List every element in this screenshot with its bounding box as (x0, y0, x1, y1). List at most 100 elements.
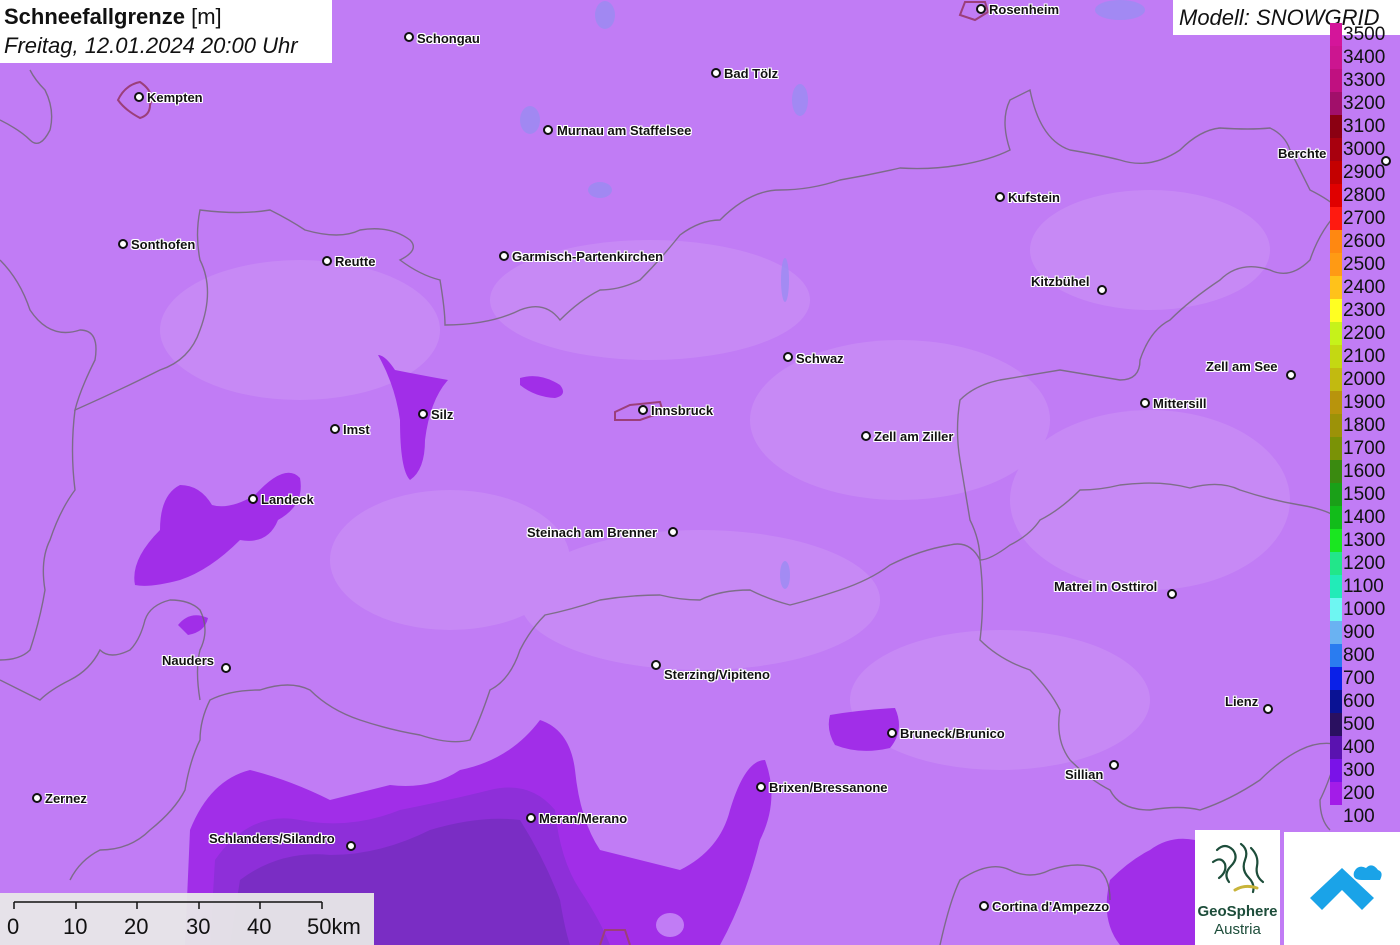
city-label-sterzing: Sterzing/Vipiteno (664, 667, 770, 682)
legend-entry: 2700 (1328, 207, 1400, 230)
snowgrid-logo[interactable] (1284, 832, 1400, 945)
legend-entry: 900 (1328, 621, 1400, 644)
city-label-landeck: Landeck (261, 492, 314, 507)
legend-entry: 2500 (1328, 253, 1400, 276)
legend-swatch (1330, 667, 1342, 690)
city-marker (32, 793, 42, 803)
legend-swatch (1330, 506, 1342, 529)
map-subtitle: Freitag, 12.01.2024 20:00 Uhr (4, 33, 298, 58)
legend-swatch (1330, 529, 1342, 552)
legend-swatch (1330, 161, 1342, 184)
legend-swatch (1330, 414, 1342, 437)
city-marker (526, 813, 536, 823)
legend-label: 900 (1343, 622, 1375, 643)
legend-entry: 300 (1328, 759, 1400, 782)
legend-label: 1000 (1343, 599, 1386, 620)
city-label-nauders: Nauders (162, 653, 215, 668)
city-label-kempten: Kempten (147, 90, 203, 105)
legend-swatch (1330, 322, 1342, 345)
city-label-zernez: Zernez (45, 791, 87, 806)
legend-entry: 2400 (1328, 276, 1400, 299)
map-canvas[interactable] (0, 0, 1400, 945)
city-label-reutte: Reutte (335, 254, 376, 269)
legend-entry: 600 (1328, 690, 1400, 713)
legend-swatch (1330, 805, 1342, 828)
legend-entry: 1300 (1328, 529, 1400, 552)
legend-entry: 2100 (1328, 345, 1400, 368)
legend-label: 100 (1343, 806, 1375, 827)
legend-label: 700 (1343, 668, 1375, 689)
city-marker (346, 841, 356, 851)
city-marker (976, 4, 986, 14)
legend-label: 2400 (1343, 277, 1386, 298)
city-marker (330, 424, 340, 434)
legend-swatch (1330, 483, 1342, 506)
legend-label: 1400 (1343, 507, 1386, 528)
legend-swatch (1330, 644, 1342, 667)
legend-entry: 800 (1328, 644, 1400, 667)
city-label-brixen: Brixen/Bressanone (769, 780, 888, 795)
legend-swatch (1330, 782, 1342, 805)
legend-entry: 3500 (1328, 23, 1400, 46)
geosphere-logo[interactable]: GeoSphere Austria (1195, 830, 1280, 945)
city-label-cortina: Cortina d'Ampezzo (992, 899, 1110, 914)
city-marker (499, 251, 509, 261)
legend-label: 1700 (1343, 438, 1386, 459)
legend-label: 1100 (1343, 576, 1384, 597)
legend-swatch (1330, 69, 1342, 92)
legend-swatch (1330, 207, 1342, 230)
map-title: Schneefallgrenze [m] (4, 4, 222, 30)
legend-entry: 3300 (1328, 69, 1400, 92)
legend-entry: 1000 (1328, 598, 1400, 621)
legend-swatch (1330, 115, 1342, 138)
scale-label: 50km (307, 914, 361, 939)
city-marker (651, 660, 661, 670)
legend-entry: 3400 (1328, 46, 1400, 69)
city-marker (134, 92, 144, 102)
legend-label: 1800 (1343, 415, 1386, 436)
legend-entry: 1800 (1328, 414, 1400, 437)
city-marker (248, 494, 258, 504)
legend-label: 2100 (1343, 346, 1386, 367)
legend-entry: 2600 (1328, 230, 1400, 253)
legend-entry: 2900 (1328, 161, 1400, 184)
city-label-mittersill: Mittersill (1153, 396, 1207, 411)
legend-swatch (1330, 368, 1342, 391)
house-cloud-icon (1310, 865, 1382, 910)
legend-label: 2800 (1343, 185, 1386, 206)
legend-entry: 100 (1328, 805, 1400, 828)
legend-swatch (1330, 46, 1342, 69)
legend-entry: 3200 (1328, 92, 1400, 115)
legend-entry: 200 (1328, 782, 1400, 805)
city-label-matrei: Matrei in Osttirol (1054, 579, 1158, 594)
city-label-rosenheim: Rosenheim (989, 2, 1060, 17)
city-label-kitzbuehel: Kitzbühel (1031, 274, 1090, 289)
legend-swatch (1330, 460, 1342, 483)
legend-swatch (1330, 23, 1342, 46)
legend-label: 1500 (1343, 484, 1386, 505)
city-marker (1109, 760, 1119, 770)
city-marker (979, 901, 989, 911)
city-label-schongau: Schongau (417, 31, 480, 46)
geosphere-logo-text: GeoSphere (1197, 903, 1278, 920)
legend-swatch (1330, 391, 1342, 414)
city-marker (711, 68, 721, 78)
city-marker (221, 663, 231, 673)
city-marker (118, 239, 128, 249)
city-marker (1286, 370, 1296, 380)
legend-entry: 1100 (1328, 575, 1400, 598)
city-label-silz: Silz (431, 407, 454, 422)
city-marker (1140, 398, 1150, 408)
legend-swatch (1330, 138, 1342, 161)
city-marker (638, 405, 648, 415)
city-label-sonthofen: Sonthofen (131, 237, 196, 252)
legend-swatch (1330, 690, 1342, 713)
city-label-murnau: Murnau am Staffelsee (557, 123, 692, 138)
legend-label: 3500 (1343, 24, 1386, 45)
legend-entry: 700 (1328, 667, 1400, 690)
city-label-schwaz: Schwaz (796, 351, 844, 366)
legend-label: 3200 (1343, 93, 1386, 114)
legend-label: 1200 (1343, 553, 1386, 574)
city-label-lienz: Lienz (1225, 694, 1259, 709)
legend-entry: 3000 (1328, 138, 1400, 161)
